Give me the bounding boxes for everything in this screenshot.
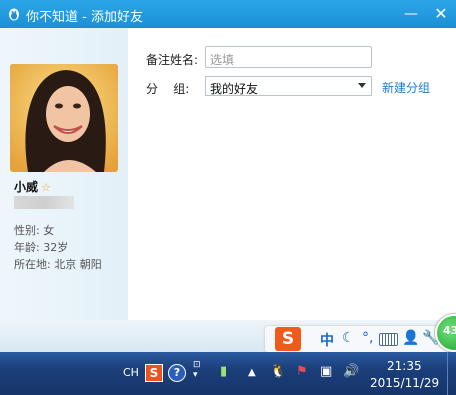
sogou-logo-icon[interactable]: S [275, 327, 301, 351]
minimize-button[interactable]: — [400, 4, 422, 24]
keyboard-icon[interactable] [379, 333, 398, 346]
help-icon[interactable]: ? [168, 364, 186, 382]
close-button[interactable]: ✕ [430, 4, 452, 24]
qq-number-blurred [14, 196, 74, 209]
location-info: 所在地: 北京 朝阳 [14, 258, 102, 271]
network-icon[interactable]: ▣ [320, 364, 332, 379]
user-icon[interactable]: 👤 [402, 330, 419, 346]
window-title: 你不知道 - 添加好友 [26, 10, 143, 25]
punctuation-icon[interactable]: °, [362, 330, 373, 346]
remark-label: 备注姓名: [146, 53, 199, 67]
ime-chinese-mode[interactable]: 中 [320, 330, 334, 350]
new-group-link[interactable]: 新建分组 [382, 79, 430, 96]
nickname-row: 小威 ☆ [14, 178, 51, 195]
group-value: 我的好友 [210, 82, 259, 96]
clock-time[interactable]: 21:35 [387, 359, 422, 373]
show-hidden-icons-icon[interactable]: ▲ [248, 367, 256, 378]
group-label: 分 组: [146, 82, 190, 96]
star-icon: ☆ [41, 181, 51, 194]
clock-date[interactable]: 2015/11/29 [370, 376, 439, 390]
qq-penguin-icon [9, 8, 19, 21]
profile-panel: 小威 ☆ 性别: 女 年龄: 32岁 所在地: 北京 朝阳 [0, 28, 128, 320]
gender-info: 性别: 女 [14, 224, 55, 237]
remark-input[interactable]: 选填 [205, 46, 372, 68]
volume-icon[interactable]: 🔊 [343, 364, 359, 379]
show-desktop-button[interactable] [447, 352, 456, 395]
avatar [10, 64, 118, 172]
nickname: 小威 [14, 180, 39, 194]
sogou-tray-icon[interactable]: S [145, 364, 163, 382]
moon-icon[interactable]: ☾ [342, 330, 355, 346]
qq-tray-icon[interactable]: 🐧 [270, 364, 286, 379]
avatar-image [10, 64, 118, 172]
title-bar: 你不知道 - 添加好友 — ✕ [0, 0, 456, 28]
ime-options-icon[interactable]: ⊡ ▾ [193, 360, 201, 380]
age-info: 年龄: 32岁 [14, 241, 69, 254]
chevron-down-icon [358, 83, 366, 88]
action-center-flag-icon[interactable]: ⚑ [296, 364, 308, 379]
language-indicator[interactable]: CH [123, 366, 139, 379]
remark-placeholder: 选填 [210, 53, 235, 67]
group-select[interactable]: 我的好友 [205, 76, 372, 96]
battery-icon[interactable]: ▮ [220, 364, 227, 379]
